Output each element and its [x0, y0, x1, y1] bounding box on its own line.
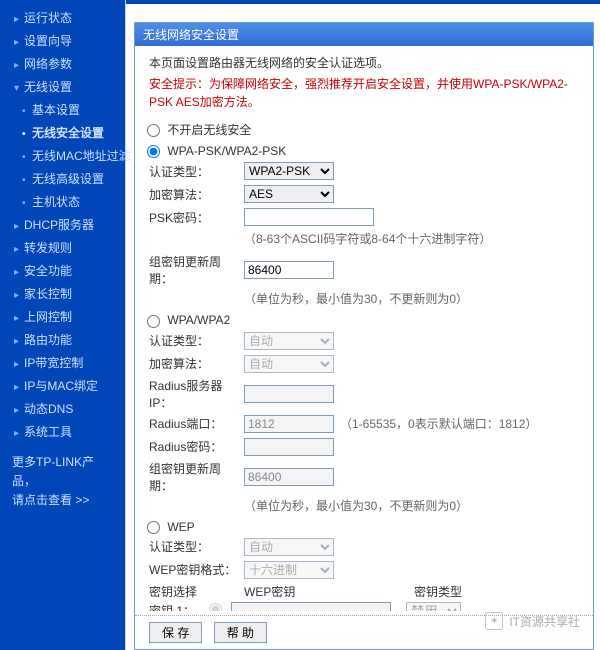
nav-access[interactable]: 上网控制 [0, 305, 125, 328]
wep-k1-label: 密钥 1： [149, 602, 209, 611]
nav-dhcp[interactable]: DHCP服务器 [0, 213, 125, 236]
wep-k1-type[interactable]: 禁用 [406, 602, 461, 611]
nav-bandwidth[interactable]: IP带宽控制 [0, 351, 125, 374]
wep-fmt-label: WEP密钥格式： [149, 561, 244, 578]
panel: 无线网络安全设置 本页面设置路由器无线网络的安全认证选项。 安全提示：为保障网络… [134, 22, 594, 650]
psk-pwd-input[interactable] [244, 208, 374, 226]
radio-psk[interactable]: WPA-PSK/WPA2-PSK [147, 144, 286, 158]
panel-title: 无线网络安全设置 [135, 23, 593, 46]
watermark: ✶IT资源共享社 [485, 612, 580, 630]
intro-text: 本页面设置路由器无线网络的安全认证选项。 [149, 54, 583, 71]
wpa-rport-input[interactable] [244, 415, 334, 433]
nav-security[interactable]: 安全功能 [0, 259, 125, 282]
wpa-enc-select[interactable]: 自动 [244, 355, 334, 373]
nav-forward[interactable]: 转发规则 [0, 236, 125, 259]
wpa-rip-label: Radius服务器IP： [149, 377, 244, 411]
sidebar: 运行状态 设置向导 网络参数 无线设置 基本设置 无线安全设置 无线MAC地址过… [0, 0, 125, 650]
nav-status[interactable]: 运行状态 [0, 6, 125, 29]
psk-gk-input[interactable] [244, 261, 334, 279]
psk-gk-label: 组密钥更新周期： [149, 253, 244, 287]
main: 无线网络安全设置 本页面设置路由器无线网络的安全认证选项。 安全提示：为保障网络… [125, 0, 600, 650]
psk-enc-select[interactable]: AES [244, 185, 334, 203]
wpa-rpwd-input[interactable] [244, 438, 334, 456]
psk-gk-hint: （单位为秒，最小值为30，不更新则为0） [244, 290, 583, 307]
psk-pwd-label: PSK密码： [149, 209, 244, 226]
wep-auth-select[interactable]: 自动 [244, 538, 334, 556]
wpa-gk-label: 组密钥更新周期： [149, 460, 244, 494]
nav-wireless[interactable]: 无线设置 [0, 75, 125, 98]
nav-wireless-basic[interactable]: 基本设置 [0, 98, 125, 121]
wpa-gk-input[interactable] [244, 468, 334, 486]
wpa-rport-label: Radius端口： [149, 415, 244, 432]
nav-routing[interactable]: 路由功能 [0, 328, 125, 351]
topbar [126, 0, 600, 18]
psk-enc-label: 加密算法： [149, 186, 244, 203]
wep-k1-input[interactable] [231, 602, 391, 611]
nav-wireless-adv[interactable]: 无线高级设置 [0, 167, 125, 190]
wpa-rport-hint: （1-65535，0表示默认端口：1812） [340, 415, 537, 432]
nav-ddns[interactable]: 动态DNS [0, 397, 125, 420]
wep-k1-radio[interactable] [209, 603, 222, 611]
radio-wep[interactable]: WEP [147, 520, 195, 534]
wechat-icon: ✶ [485, 612, 503, 630]
nav-parental[interactable]: 家长控制 [0, 282, 125, 305]
wpa-gk-hint: （单位为秒，最小值为30，不更新则为0） [244, 497, 583, 514]
save-button[interactable]: 保 存 [149, 622, 202, 643]
nav-wizard[interactable]: 设置向导 [0, 29, 125, 52]
wpa-rpwd-label: Radius密码： [149, 438, 244, 455]
nav-ipmac[interactable]: IP与MAC绑定 [0, 374, 125, 397]
nav-list: 运行状态 设置向导 网络参数 无线设置 基本设置 无线安全设置 无线MAC地址过… [0, 6, 125, 443]
more-products[interactable]: 更多TP-LINK产品，请点击查看 >> [0, 443, 125, 521]
radio-wpa[interactable]: WPA/WPA2 [147, 313, 230, 327]
wpa-auth-label: 认证类型： [149, 332, 244, 349]
wpa-enc-label: 加密算法： [149, 355, 244, 372]
radio-off[interactable]: 不开启无线安全 [147, 123, 251, 137]
psk-pwd-hint: （8-63个ASCII码字符或8-64个十六进制字符） [244, 230, 583, 247]
psk-auth-label: 认证类型： [149, 163, 244, 180]
warning-text: 安全提示：为保障网络安全，强烈推荐开启安全设置，并使用WPA-PSK/WPA2-… [149, 75, 583, 111]
wep-auth-label: 认证类型： [149, 538, 244, 555]
wpa-rip-input[interactable] [244, 385, 334, 403]
psk-auth-select[interactable]: WPA2-PSK [244, 162, 334, 180]
nav-wireless-mac[interactable]: 无线MAC地址过滤 [0, 144, 125, 167]
wep-header: 密钥选择WEP密钥密钥类型 [149, 583, 583, 600]
nav-system[interactable]: 系统工具 [0, 420, 125, 443]
nav-wireless-host[interactable]: 主机状态 [0, 190, 125, 213]
nav-network[interactable]: 网络参数 [0, 52, 125, 75]
help-button[interactable]: 帮 助 [214, 622, 267, 643]
nav-wireless-security[interactable]: 无线安全设置 [0, 121, 125, 144]
wpa-auth-select[interactable]: 自动 [244, 332, 334, 350]
wep-fmt-select[interactable]: 十六进制 [244, 561, 334, 579]
